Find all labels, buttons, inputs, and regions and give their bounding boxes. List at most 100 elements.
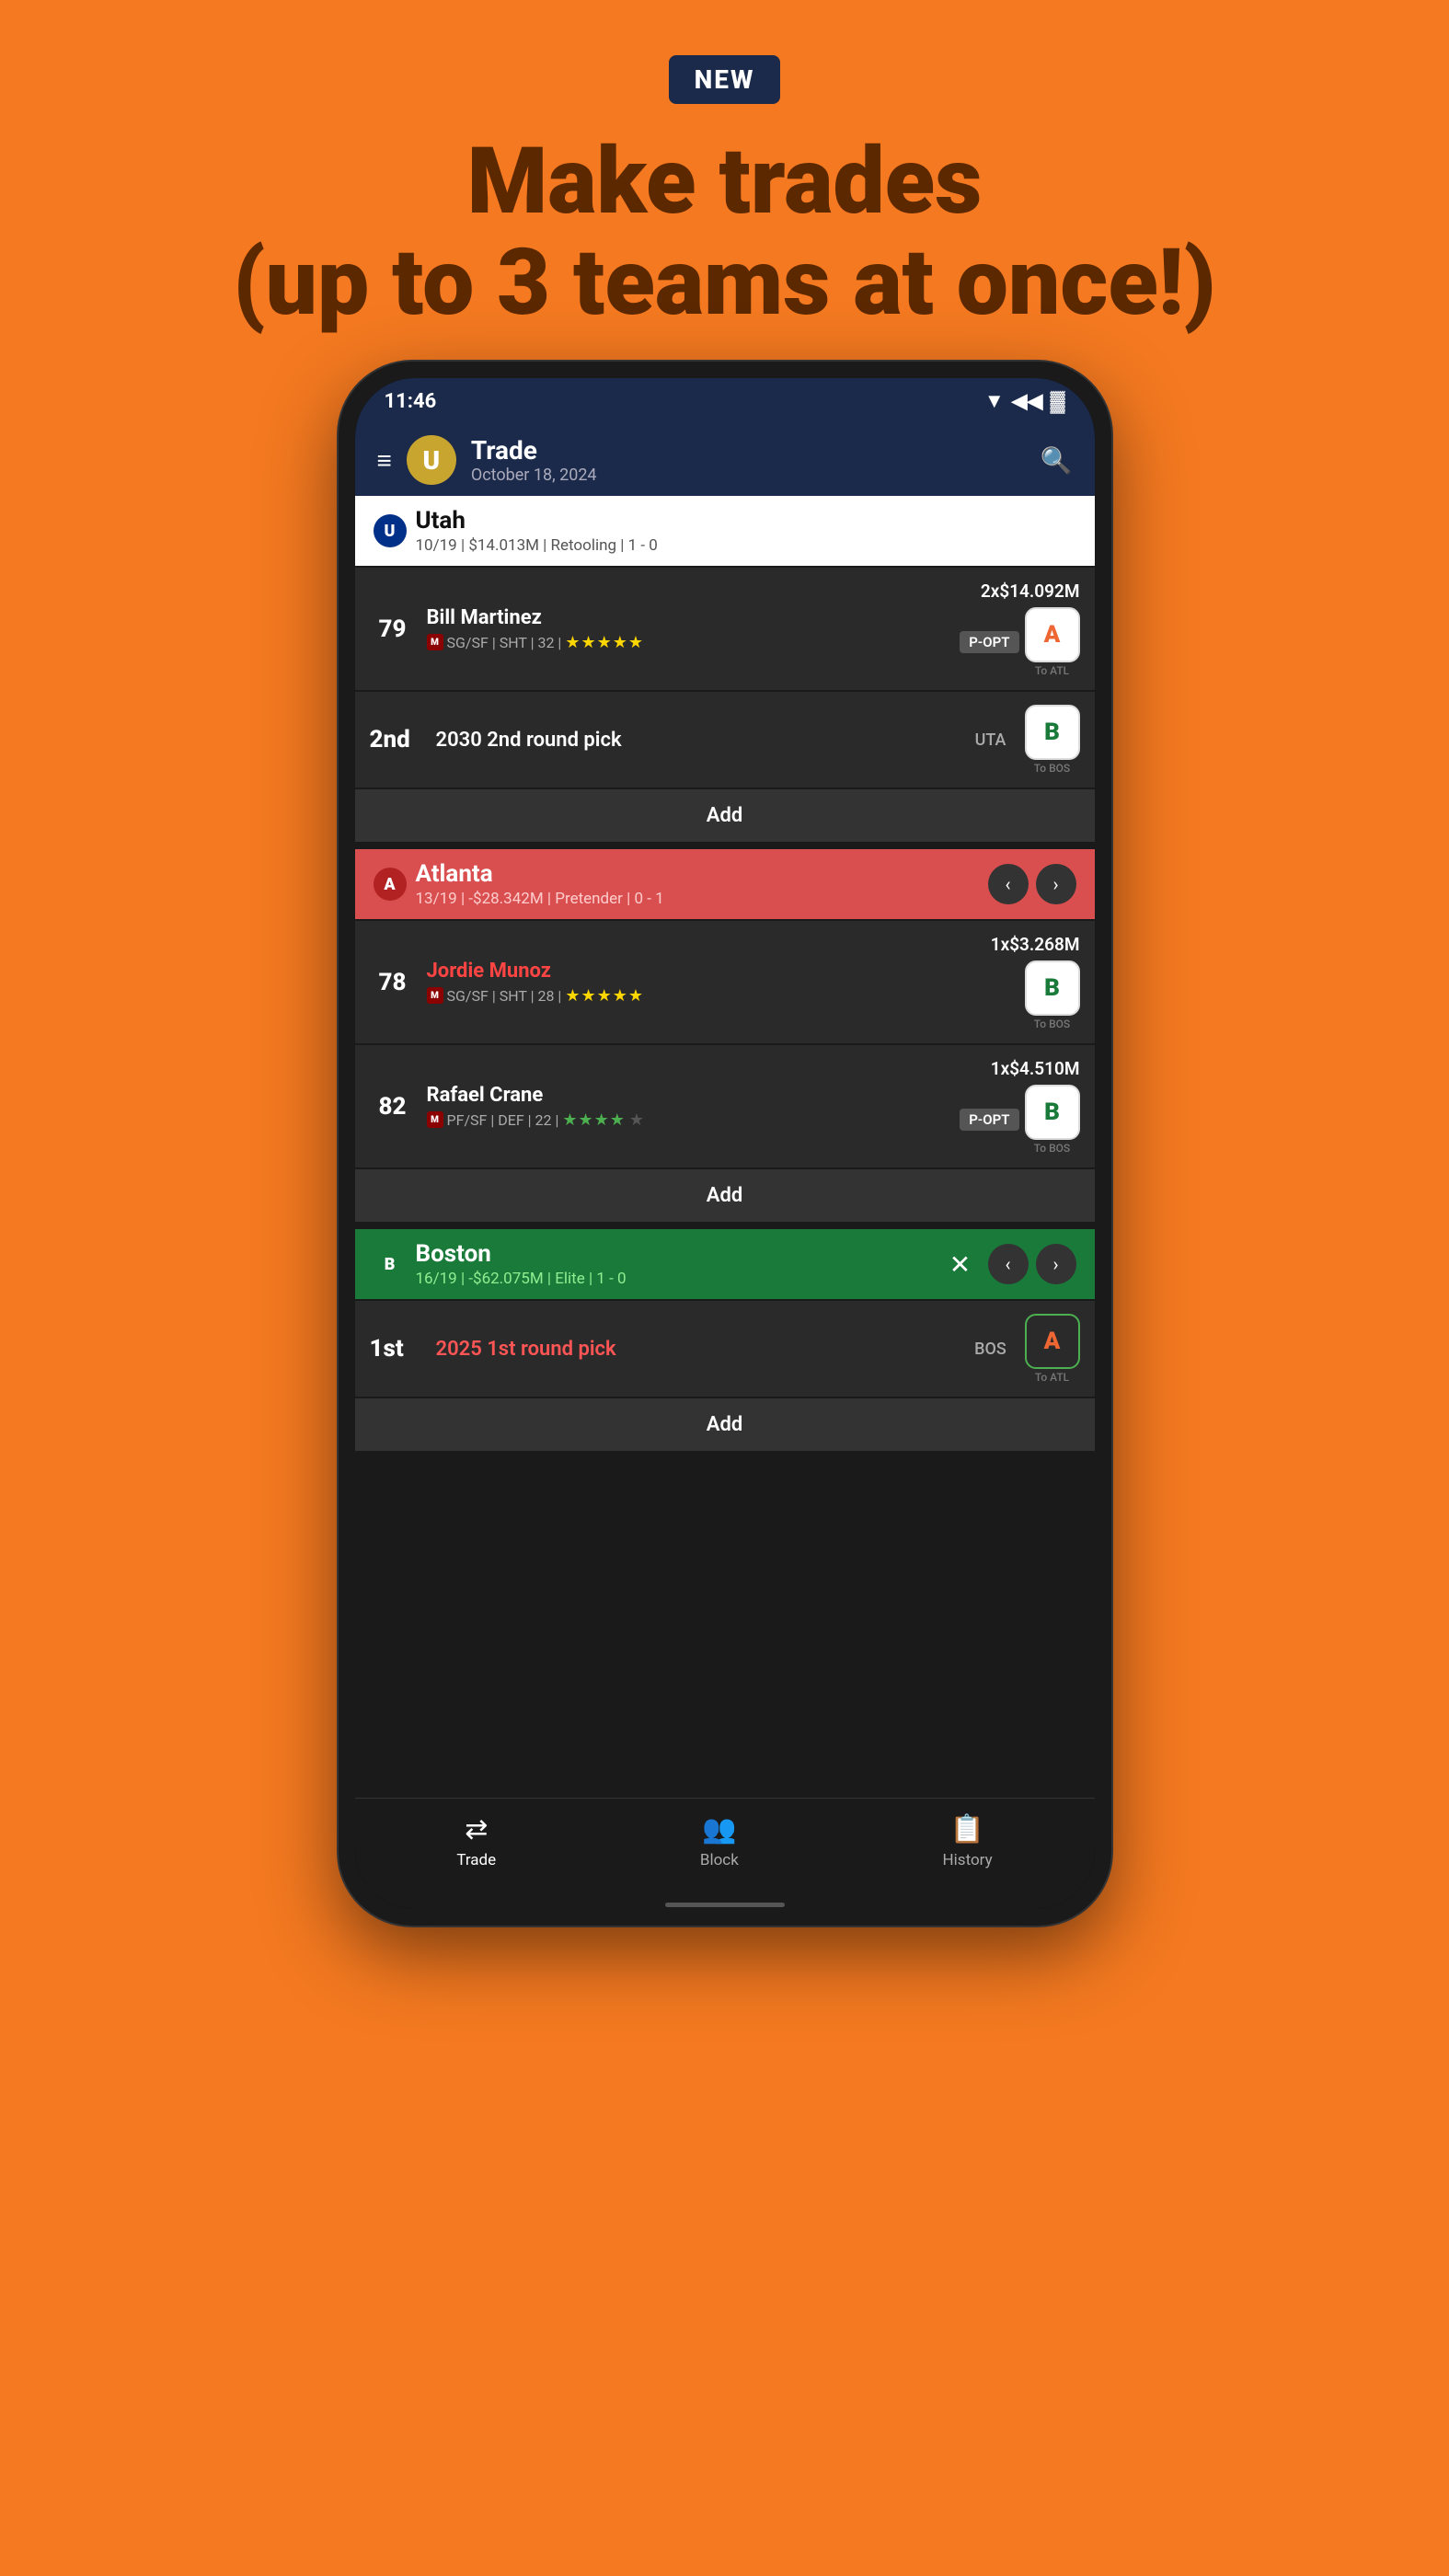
bill-martinez-card[interactable]: 79 Bill Martinez M SG/SF | SHT | 32 | ★★… xyxy=(355,568,1095,690)
rafael-crane-details: M PF/SF | DEF | 22 | ★★★★★ xyxy=(427,1110,922,1130)
new-badge: NEW xyxy=(669,55,781,104)
bill-martinez-dest-badge: A xyxy=(1025,607,1080,662)
header-text: Trade October 18, 2024 xyxy=(471,435,1026,485)
home-indicator-bar xyxy=(665,1903,785,1907)
atlanta-team-header: A Atlanta 13/19 | -$28.342M | Pretender … xyxy=(355,849,1095,919)
bos-pick-dest-label: To ATL xyxy=(1035,1371,1069,1384)
jordie-munoz-card[interactable]: 78 Jordie Munoz M SG/SF | SHT | 28 | ★★★… xyxy=(355,921,1095,1043)
screen-content[interactable]: U Utah 10/19 | $14.013M | Retooling | 1 … xyxy=(355,496,1095,1798)
trade-label: Trade xyxy=(456,1851,496,1869)
boston-controls: ✕ ‹ › xyxy=(940,1244,1076,1284)
history-icon: 📋 xyxy=(950,1813,984,1846)
jordie-munoz-right: 1x$3.268M B To BOS xyxy=(933,934,1080,1030)
utah-section: U Utah 10/19 | $14.013M | Retooling | 1 … xyxy=(355,496,1095,842)
promo-title-line1: Make trades xyxy=(467,128,983,236)
app-header: ≡ U Trade October 18, 2024 🔍 xyxy=(355,424,1095,496)
boston-next-button[interactable]: › xyxy=(1036,1244,1076,1284)
rafael-league-badge: M xyxy=(427,1111,443,1128)
atlanta-prev-button[interactable]: ‹ xyxy=(988,864,1029,904)
atlanta-controls: ‹ › xyxy=(988,864,1076,904)
rafael-crane-stars: ★★★★ xyxy=(562,1110,626,1130)
uta-pick-card[interactable]: 2nd 2030 2nd round pick UTA B To BOS xyxy=(355,692,1095,788)
bill-martinez-name: Bill Martinez xyxy=(427,606,922,629)
rafael-crane-info: Rafael Crane M PF/SF | DEF | 22 | ★★★★★ xyxy=(427,1084,922,1130)
search-icon[interactable]: 🔍 xyxy=(1041,445,1073,476)
jordie-munoz-info: Jordie Munoz M SG/SF | SHT | 28 | ★★★★★ xyxy=(427,960,922,1006)
rafael-crane-dest-badge: B xyxy=(1025,1085,1080,1140)
nav-history[interactable]: 📋 History xyxy=(943,1813,993,1869)
status-bar: 11:46 ▼ ◀◀ ▓ xyxy=(355,378,1095,424)
league-badge: M xyxy=(427,634,443,650)
jordie-munoz-name: Jordie Munoz xyxy=(427,960,922,983)
header-title: Trade xyxy=(471,435,1026,466)
player-number-79: 79 xyxy=(370,615,416,643)
atlanta-team-name: Atlanta xyxy=(416,860,664,888)
bos-pick-team: BOS xyxy=(968,1340,1014,1359)
rafael-crane-dest-label: To BOS xyxy=(1034,1142,1070,1155)
phone-screen: 11:46 ▼ ◀◀ ▓ ≡ U Trade October 18, 2024 … xyxy=(355,378,1095,1909)
status-icons: ▼ ◀◀ ▓ xyxy=(984,389,1065,413)
header-subtitle: October 18, 2024 xyxy=(471,466,1026,485)
boston-team-info: Boston 16/19 | -$62.075M | Elite | 1 - 0 xyxy=(416,1240,627,1288)
nav-block[interactable]: 👥 Block xyxy=(700,1813,739,1869)
uta-pick-dest-label: To BOS xyxy=(1034,762,1070,775)
atlanta-team-info: Atlanta 13/19 | -$28.342M | Pretender | … xyxy=(416,860,664,908)
jordie-munoz-stars: ★★★★★ xyxy=(565,986,644,1006)
uta-pick-desc: 2030 2nd round pick xyxy=(436,729,957,752)
utah-add-button[interactable]: Add xyxy=(355,789,1095,842)
boston-prev-button[interactable]: ‹ xyxy=(988,1244,1029,1284)
signal-icon: ◀◀ xyxy=(1012,390,1043,413)
bill-martinez-contract: P-OPT xyxy=(960,631,1018,653)
jordie-league-badge: M xyxy=(427,987,443,1004)
bottom-nav: ⇄ Trade 👥 Block 📋 History xyxy=(355,1798,1095,1897)
utah-team-info: Utah 10/19 | $14.013M | Retooling | 1 - … xyxy=(416,507,658,555)
battery-icon: ▓ xyxy=(1050,389,1064,413)
bill-martinez-info: Bill Martinez M SG/SF | SHT | 32 | ★★★★★ xyxy=(427,606,922,652)
utah-team-stats: 10/19 | $14.013M | Retooling | 1 - 0 xyxy=(416,536,658,555)
status-time: 11:46 xyxy=(385,390,437,413)
bill-martinez-dest-label: To ATL xyxy=(1035,664,1069,677)
uta-pick-dest-badge: B xyxy=(1025,705,1080,760)
utah-header-left: U Utah 10/19 | $14.013M | Retooling | 1 … xyxy=(374,507,658,555)
menu-icon[interactable]: ≡ xyxy=(377,445,392,476)
player-number-82: 82 xyxy=(370,1093,416,1121)
trade-icon: ⇄ xyxy=(465,1813,488,1846)
promo-title: Make trades (up to 3 teams at once!) xyxy=(233,132,1216,334)
home-indicator xyxy=(355,1897,1095,1909)
uta-pick-team: UTA xyxy=(968,730,1014,750)
boston-add-button[interactable]: Add xyxy=(355,1398,1095,1451)
boston-close-button[interactable]: ✕ xyxy=(940,1244,981,1284)
rafael-crane-right: 1x$4.510M P-OPT B To BOS xyxy=(933,1058,1080,1155)
nav-trade[interactable]: ⇄ Trade xyxy=(456,1813,496,1869)
bill-martinez-stars: ★★★★★ xyxy=(565,633,644,652)
block-icon: 👥 xyxy=(702,1813,736,1846)
boston-logo: B xyxy=(374,1248,407,1281)
atlanta-team-stats: 13/19 | -$28.342M | Pretender | 0 - 1 xyxy=(416,890,664,908)
promo-title-line2: (up to 3 teams at once!) xyxy=(233,229,1216,337)
rafael-crane-contract: P-OPT xyxy=(960,1109,1018,1131)
utah-team-name: Utah xyxy=(416,507,658,535)
header-team-logo: U xyxy=(407,435,456,485)
bos-pick-round: 1st xyxy=(370,1335,425,1363)
block-label: Block xyxy=(700,1851,739,1869)
atlanta-section: A Atlanta 13/19 | -$28.342M | Pretender … xyxy=(355,849,1095,1222)
bill-martinez-details: M SG/SF | SHT | 32 | ★★★★★ xyxy=(427,633,922,652)
rafael-crane-card[interactable]: 82 Rafael Crane M PF/SF | DEF | 22 | ★★★… xyxy=(355,1045,1095,1167)
jordie-munoz-salary: 1x$3.268M xyxy=(991,934,1080,955)
promo-area: NEW Make trades (up to 3 teams at once!) xyxy=(233,0,1216,334)
wifi-icon: ▼ xyxy=(984,389,1005,413)
bos-pick-card[interactable]: 1st 2025 1st round pick BOS A To ATL xyxy=(355,1301,1095,1397)
boston-team-stats: 16/19 | -$62.075M | Elite | 1 - 0 xyxy=(416,1270,627,1288)
jordie-munoz-dest-label: To BOS xyxy=(1034,1018,1070,1030)
bos-pick-desc: 2025 1st round pick xyxy=(436,1338,957,1361)
jordie-munoz-details: M SG/SF | SHT | 28 | ★★★★★ xyxy=(427,986,922,1006)
atlanta-next-button[interactable]: › xyxy=(1036,864,1076,904)
rafael-crane-salary: 1x$4.510M xyxy=(991,1058,1080,1079)
uta-pick-round: 2nd xyxy=(370,726,425,753)
atlanta-add-button[interactable]: Add xyxy=(355,1169,1095,1222)
atlanta-logo: A xyxy=(374,868,407,901)
bill-martinez-right: 2x$14.092M P-OPT A To ATL xyxy=(933,581,1080,677)
player-number-78: 78 xyxy=(370,969,416,996)
bos-pick-dest-badge: A xyxy=(1025,1314,1080,1369)
jordie-munoz-dest-badge: B xyxy=(1025,960,1080,1016)
